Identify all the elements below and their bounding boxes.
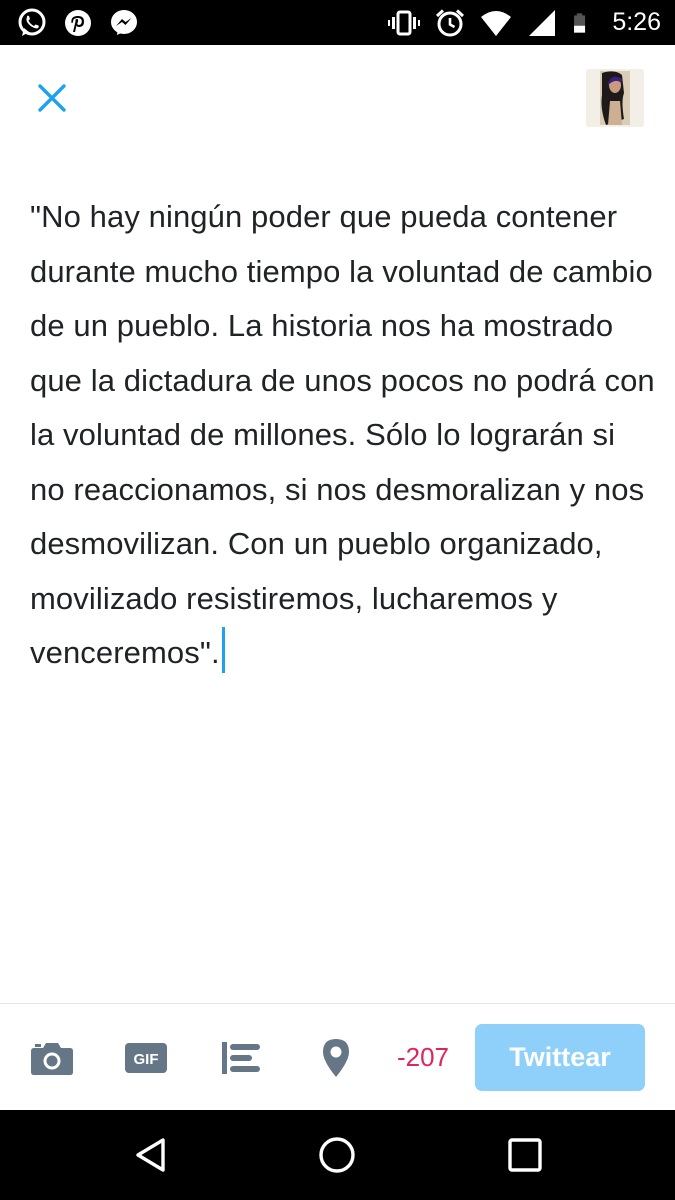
whatsapp-icon: [18, 8, 46, 36]
navigation-bar: [0, 1110, 675, 1200]
signal-icon: [529, 9, 556, 36]
home-button[interactable]: [312, 1130, 362, 1180]
pinterest-icon: [65, 10, 91, 36]
tweet-compose-input[interactable]: "No hay ningún poder que pueda contener …: [30, 190, 655, 681]
back-icon: [136, 1138, 165, 1172]
camera-icon: [31, 1043, 73, 1075]
tweet-button[interactable]: Twittear: [475, 1024, 645, 1091]
back-button[interactable]: [126, 1130, 176, 1180]
location-icon: [323, 1039, 349, 1077]
status-time: 5:26: [612, 8, 661, 36]
wifi-icon: [481, 10, 512, 36]
poll-icon: [222, 1042, 260, 1074]
home-icon: [319, 1137, 355, 1173]
profile-avatar[interactable]: [586, 69, 644, 127]
text-cursor: [221, 627, 225, 673]
poll-button[interactable]: [218, 1034, 266, 1082]
tweet-text: "No hay ningún poder que pueda contener …: [30, 199, 655, 670]
compose-toolbar: GIF -207 Twittear: [0, 1003, 675, 1110]
avatar-image: [586, 69, 644, 127]
gif-button[interactable]: GIF: [122, 1034, 170, 1082]
recents-icon: [508, 1138, 542, 1172]
location-button[interactable]: [312, 1034, 360, 1082]
vibrate-icon: [388, 10, 421, 35]
gif-icon: GIF: [125, 1043, 167, 1073]
system-icons: 5:26: [388, 0, 661, 45]
battery-icon: [574, 12, 586, 33]
notification-icons: [16, 7, 140, 39]
status-bar: 5:26: [0, 0, 675, 45]
messenger-icon: [111, 10, 137, 35]
camera-button[interactable]: [28, 1034, 76, 1082]
recents-button[interactable]: [500, 1130, 550, 1180]
alarm-icon: [436, 8, 465, 36]
gif-label: GIF: [134, 1051, 159, 1068]
character-counter: -207: [396, 1042, 450, 1072]
close-button[interactable]: [30, 76, 74, 120]
close-icon: [38, 84, 66, 112]
